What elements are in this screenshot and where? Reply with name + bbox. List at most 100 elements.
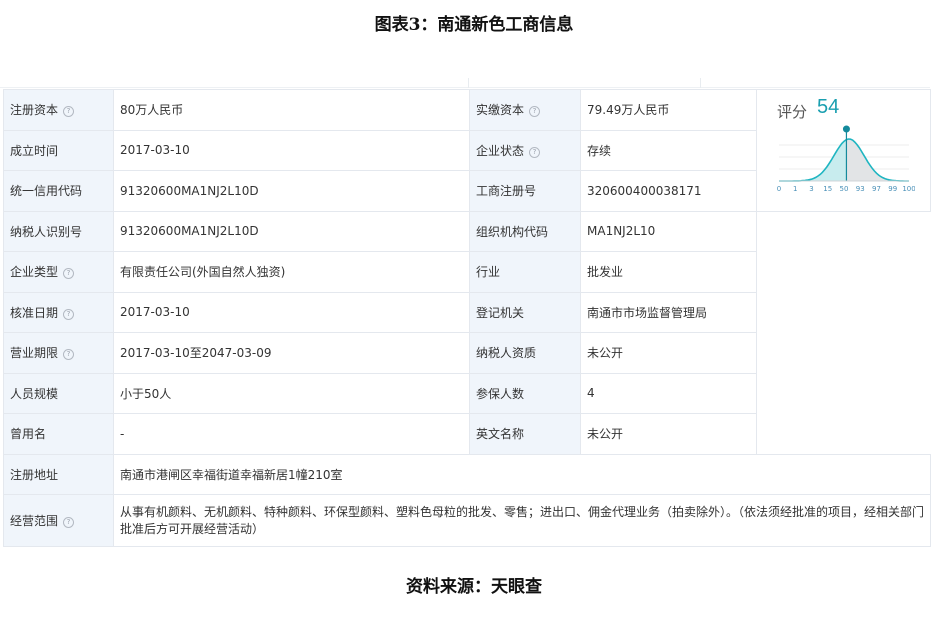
- label-cell: 成立时间: [3, 129, 114, 171]
- label-cell: 人员规模: [3, 372, 114, 414]
- value-cell: 91320600MA1NJ2L10D: [113, 210, 470, 252]
- field-value: 91320600MA1NJ2L10D: [120, 224, 259, 239]
- strip-tick: [468, 78, 469, 88]
- table-row: 注册地址 南通市港闸区幸福街道幸福新居1幢210室: [3, 453, 931, 495]
- value-cell: -: [113, 413, 470, 455]
- field-value: 4: [587, 386, 595, 401]
- value-cell: 80万人民币: [113, 89, 470, 131]
- tick-label: 100: [902, 185, 915, 193]
- help-info-icon[interactable]: ?: [63, 517, 75, 528]
- field-value: MA1NJ2L10: [587, 224, 656, 239]
- field-label: 企业状态: [476, 143, 525, 158]
- label-cell: 工商注册号: [469, 170, 581, 212]
- value-cell: 4: [580, 372, 757, 414]
- field-label: 曾用名: [10, 427, 47, 442]
- field-value: 320600400038171: [587, 183, 702, 198]
- value-cell: 2017-03-10至2047-03-09: [113, 332, 470, 374]
- score-pin-icon: [842, 125, 850, 133]
- field-label: 统一信用代码: [10, 184, 83, 199]
- help-info-icon[interactable]: ?: [529, 106, 541, 118]
- field-value: 小于50人: [120, 386, 172, 401]
- field-label: 纳税人识别号: [10, 224, 83, 239]
- label-cell: 纳税人识别号: [3, 210, 114, 252]
- label-cell: 注册资本?: [3, 89, 114, 131]
- label-cell: 核准日期?: [3, 291, 114, 333]
- label-cell: 纳税人资质: [469, 332, 581, 374]
- value-cell: 2017-03-10: [113, 129, 470, 171]
- help-info-icon[interactable]: ?: [63, 349, 75, 361]
- label-cell: 组织机构代码: [469, 210, 581, 252]
- field-label: 参保人数: [476, 386, 525, 401]
- field-label: 成立时间: [10, 143, 59, 158]
- value-cell: 2017-03-10: [113, 291, 470, 333]
- tick-label: 50: [840, 185, 849, 193]
- field-value: -: [120, 426, 125, 441]
- tick-label: 93: [856, 185, 865, 193]
- tick-label: 0: [777, 185, 781, 193]
- field-value: 91320600MA1NJ2L10D: [120, 183, 259, 198]
- tick-label: 3: [809, 185, 813, 193]
- field-label: 实缴资本: [476, 103, 525, 118]
- tick-label: 1: [793, 185, 797, 193]
- field-label: 经营范围: [10, 514, 59, 528]
- field-value: 未公开: [587, 427, 624, 442]
- value-cell: 未公开: [580, 413, 757, 455]
- source-note: 资料来源：天眼查: [406, 577, 542, 597]
- table-row: 核准日期? 2017-03-10 登记机关 南通市市场监督管理局: [3, 291, 931, 333]
- table-row: 经营范围? 从事有机颜料、无机颜料、特种颜料、环保型颜料、塑料色母粒的批发、零售；…: [3, 494, 931, 547]
- value-cell: 未公开: [580, 332, 757, 374]
- label-cell: 英文名称: [469, 413, 581, 455]
- score-box: 评分 54 0 1 3 15 50 93 97 99 100: [758, 90, 930, 210]
- help-info-icon[interactable]: ?: [529, 146, 541, 158]
- table-row: 人员规模 小于50人 参保人数 4: [3, 372, 931, 414]
- table-row: 曾用名 - 英文名称 未公开: [3, 413, 931, 455]
- field-value: 2017-03-10: [120, 305, 190, 320]
- field-value: 批发业: [587, 265, 624, 280]
- field-label: 登记机关: [476, 305, 525, 320]
- value-cell: 小于50人: [113, 372, 470, 414]
- table-row: 纳税人识别号 91320600MA1NJ2L10D 组织机构代码 MA1NJ2L10: [3, 210, 931, 252]
- figure-title: 图表3：南通新色工商信息: [374, 15, 574, 35]
- help-info-icon[interactable]: ?: [63, 268, 75, 280]
- field-label: 核准日期: [10, 305, 59, 320]
- label-cell: 行业: [469, 251, 581, 293]
- field-value: 80万人民币: [120, 103, 184, 118]
- field-label: 营业期限: [10, 346, 59, 361]
- label-cell: 营业期限?: [3, 332, 114, 374]
- business-info-table: 注册资本? 80万人民币 实缴资本? 79.49万人民币 评分 54 0 1 3 15 50 93 97…: [3, 89, 931, 547]
- field-value: 79.49万人民币: [587, 103, 670, 118]
- strip-tick: [700, 78, 701, 88]
- label-cell: 企业类型?: [3, 251, 114, 293]
- field-value: 南通市市场监督管理局: [587, 305, 708, 320]
- field-value: 2017-03-10至2047-03-09: [120, 346, 272, 361]
- score-label: 评分: [777, 103, 808, 121]
- table-row: 企业类型? 有限责任公司(外国自然人独资) 行业 批发业: [3, 251, 931, 293]
- field-label: 注册资本: [10, 103, 59, 118]
- field-value: 未公开: [587, 346, 624, 361]
- label-cell: 参保人数: [469, 372, 581, 414]
- value-cell: 南通市市场监督管理局: [580, 291, 757, 333]
- score-panel: 评分 54 0 1 3 15 50 93 97 99 100: [756, 89, 931, 212]
- help-info-icon[interactable]: ?: [63, 106, 75, 118]
- tick-label: 99: [888, 185, 897, 193]
- field-label: 英文名称: [476, 427, 525, 442]
- field-label: 纳税人资质: [476, 346, 537, 361]
- value-cell: MA1NJ2L10: [580, 210, 757, 252]
- field-value: 存续: [587, 143, 612, 158]
- field-label: 人员规模: [10, 386, 59, 401]
- tick-label: 97: [872, 185, 881, 193]
- value-cell: 批发业: [580, 251, 757, 293]
- label-cell: 曾用名: [3, 413, 114, 455]
- field-label: 组织机构代码: [476, 224, 549, 239]
- field-label: 注册地址: [10, 467, 59, 482]
- help-info-icon[interactable]: ?: [63, 308, 75, 320]
- label-cell: 注册地址: [3, 453, 114, 495]
- value-cell: 91320600MA1NJ2L10D: [113, 170, 470, 212]
- value-cell: 有限责任公司(外国自然人独资): [113, 251, 470, 293]
- value-cell: 从事有机颜料、无机颜料、特种颜料、环保型颜料、塑料色母粒的批发、零售；进出口、佣…: [113, 494, 931, 547]
- table-row: 营业期限? 2017-03-10至2047-03-09 纳税人资质 未公开: [3, 332, 931, 374]
- value-cell: 320600400038171: [580, 170, 757, 212]
- table-row: 注册资本? 80万人民币 实缴资本? 79.49万人民币 评分 54 0 1 3 15 50 93 97…: [3, 89, 931, 212]
- label-cell: 统一信用代码: [3, 170, 114, 212]
- field-label: 企业类型: [10, 265, 59, 280]
